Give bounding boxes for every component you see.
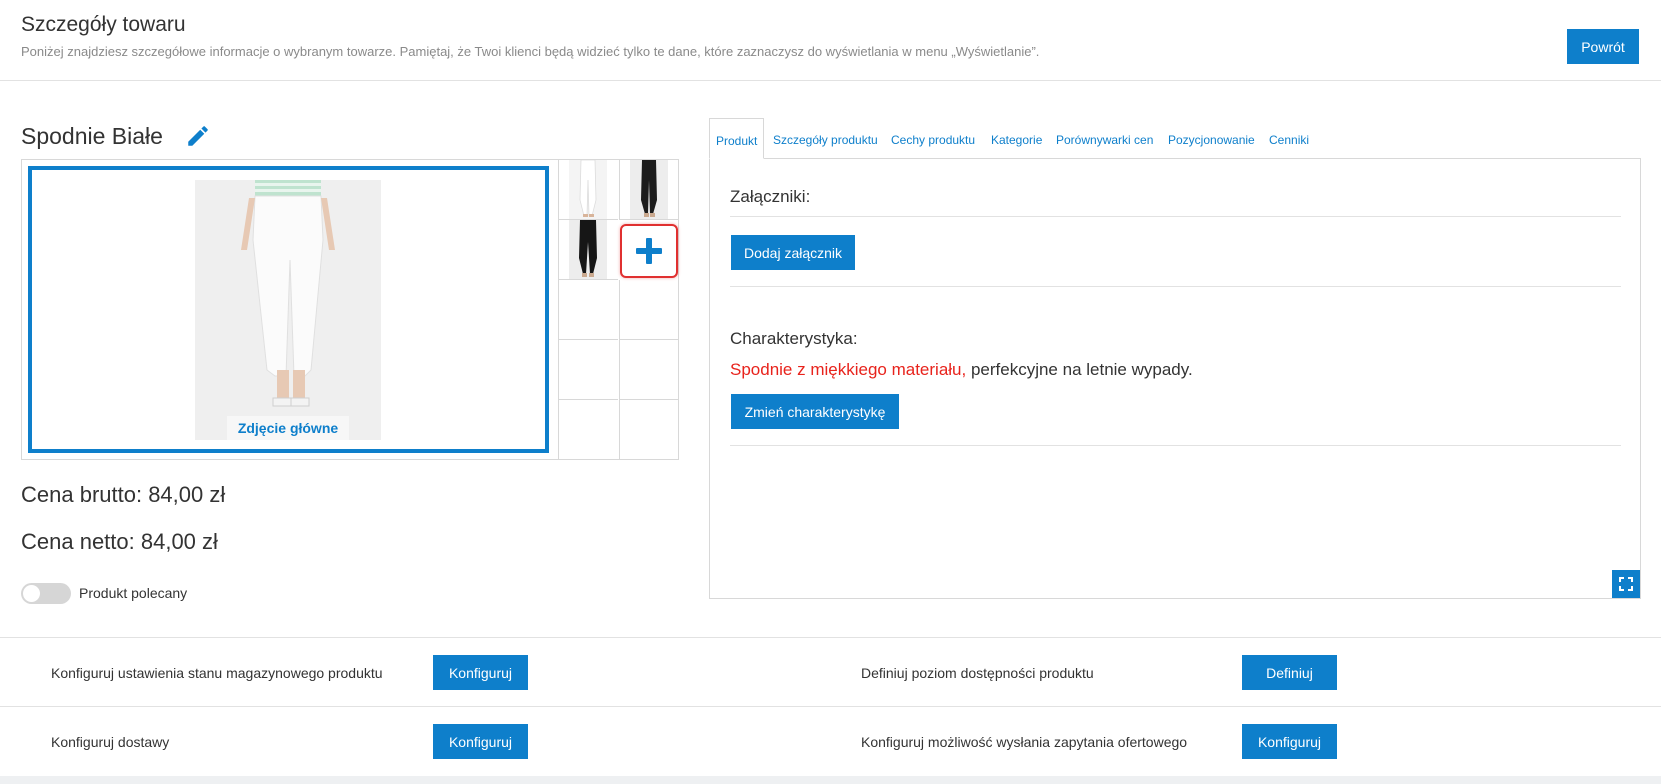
page-subtitle: Poniżej znajdziesz szczegółowe informacj…: [21, 44, 1040, 59]
delivery-config-button[interactable]: Konfiguruj: [433, 724, 528, 759]
divider: [730, 216, 1621, 217]
thumbnail-white-pants: [569, 160, 607, 219]
thumbnail-slot-empty[interactable]: [619, 280, 679, 340]
availability-define-button[interactable]: Definiuj: [1242, 655, 1337, 690]
thumbnail-slot[interactable]: [558, 220, 618, 280]
page-footer-bar: [0, 776, 1661, 784]
thumbnail-slot-empty[interactable]: [558, 400, 618, 459]
product-description: Spodnie z miękkiego materiału, perfekcyj…: [730, 360, 1193, 380]
characteristics-title: Charakterystyka:: [730, 329, 858, 348]
main-photo[interactable]: Zdjęcie główne: [28, 166, 549, 453]
tab-kategorie[interactable]: Kategorie: [991, 118, 1042, 159]
main-photo-caption: Zdjęcie główne: [227, 416, 349, 440]
tab-produkt[interactable]: Produkt: [709, 118, 765, 159]
availability-config-label: Definiuj poziom dostępności produktu: [861, 665, 1094, 681]
change-characteristics-button[interactable]: Zmień charakterystykę: [731, 394, 899, 429]
featured-label: Produkt polecany: [79, 585, 188, 601]
divider: [0, 706, 1661, 707]
add-attachment-button[interactable]: Dodaj załącznik: [731, 235, 855, 270]
divider: [730, 286, 1621, 287]
thumbnail-slot[interactable]: [619, 160, 679, 220]
tab-porownywarki-cen[interactable]: Porównywarki cen: [1056, 118, 1153, 159]
stock-config-button[interactable]: Konfiguruj: [433, 655, 528, 690]
thumbnail-black-pants: [630, 160, 668, 219]
attachments-title: Załączniki:: [730, 187, 811, 206]
thumbnail-slot-empty[interactable]: [619, 340, 679, 400]
thumbnail-black-pants-2: [569, 220, 607, 279]
tab-cechy-produktu[interactable]: Cechy produktu: [891, 118, 975, 159]
tab-pozycjonowanie[interactable]: Pozycjonowanie: [1168, 118, 1255, 159]
page-title: Szczegóły towaru: [21, 13, 186, 36]
price-gross: Cena brutto: 84,00 zł: [21, 482, 226, 507]
tab-panel: Załączniki: Dodaj załącznik Charakteryst…: [709, 158, 1641, 599]
price-net: Cena netto: 84,00 zł: [21, 529, 218, 554]
thumbnail-slot[interactable]: [558, 160, 618, 220]
thumbnail-grid: [558, 160, 679, 459]
back-button[interactable]: Powrót: [1567, 29, 1639, 64]
plus-icon: [636, 238, 662, 264]
description-highlight: Spodnie z miękkiego materiału,: [730, 360, 967, 379]
pencil-icon[interactable]: [185, 123, 211, 149]
stock-config-label: Konfiguruj ustawienia stanu magazynowego…: [51, 665, 383, 681]
add-photo-button[interactable]: [620, 224, 678, 278]
tab-szczegoly-produktu[interactable]: Szczegóły produktu: [773, 118, 878, 159]
thumbnail-slot-empty[interactable]: [558, 340, 618, 400]
thumbnail-slot-empty[interactable]: [619, 400, 679, 459]
product-gallery: Zdjęcie główne: [21, 159, 679, 460]
product-photo: Zdjęcie główne: [195, 180, 381, 440]
quote-config-button[interactable]: Konfiguruj: [1242, 724, 1337, 759]
delivery-config-label: Konfiguruj dostawy: [51, 734, 170, 750]
page-header: Szczegóły towaru Poniżej znajdziesz szcz…: [0, 0, 1661, 81]
thumbnail-slot-empty[interactable]: [558, 280, 618, 340]
description-text: perfekcyjne na letnie wypady.: [966, 360, 1193, 379]
tab-cenniki[interactable]: Cenniki: [1269, 118, 1309, 159]
quote-config-label: Konfiguruj możliwość wysłania zapytania …: [861, 734, 1188, 750]
divider: [0, 637, 1661, 638]
divider: [730, 445, 1621, 446]
product-name: Spodnie Białe: [21, 123, 163, 149]
featured-toggle[interactable]: [21, 583, 71, 604]
expand-icon[interactable]: [1612, 570, 1640, 598]
toggle-knob: [23, 585, 40, 602]
